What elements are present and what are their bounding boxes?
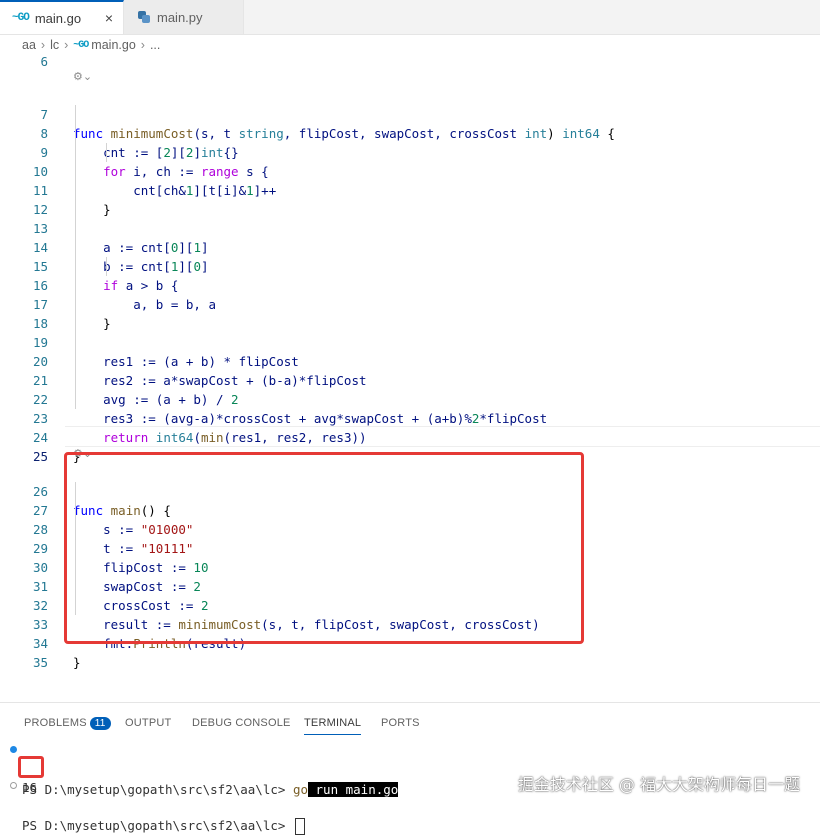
command-success-icon[interactable] [10, 746, 17, 753]
code-line: 15 if a > b { [0, 238, 820, 293]
code-line: 9 for i, ch := range s { [0, 124, 820, 179]
indent-guide [75, 105, 76, 409]
code-line: 11 } [0, 162, 820, 217]
tab-output[interactable]: OUTPUT [125, 717, 171, 729]
chevron-right-icon: › [40, 38, 46, 52]
breadcrumb-item-lc[interactable]: lc [50, 38, 59, 52]
line-number: 35 [32, 655, 48, 670]
code-line: 8 cnt := [2][2]int{} [0, 105, 820, 160]
code-line: 17 } [0, 276, 820, 331]
close-icon[interactable]: × [105, 10, 113, 26]
code-line: 14 b := cnt[1][0] [0, 219, 820, 274]
chevron-right-icon: › [64, 38, 69, 52]
code-line: 25 [0, 428, 820, 464]
code-text: } [73, 655, 81, 670]
code-line: 7 func minimumCost(s, t string, flipCost… [0, 86, 820, 141]
tab-ports[interactable]: PORTS [381, 717, 420, 729]
tab-label: main.py [157, 9, 203, 25]
line-number: 6 [40, 54, 48, 69]
tab-main-py[interactable]: main.py [124, 0, 244, 34]
code-line: 12 [0, 181, 820, 217]
tab-label: main.go [34, 10, 82, 26]
indent-guide [106, 143, 107, 162]
code-line: 21 avg := (a + b) / 2 [0, 352, 820, 407]
python-file-icon [138, 11, 150, 23]
terminal-text: PS D:\mysetup\gopath\src\sf2\aa\lc> [22, 816, 305, 836]
breadcrumb-item-aa[interactable]: aa [22, 38, 36, 52]
breadcrumb-item-symbol[interactable]: ... [150, 38, 160, 52]
terminal-line: PS D:\mysetup\gopath\src\sf2\aa\lc> go r… [0, 740, 820, 797]
go-file-icon: ~GO [12, 12, 30, 24]
code-line: 23 return int64(min(res1, res2, res3)) [0, 390, 820, 445]
editor-tab-bar: ~GO main.go × main.py [0, 0, 820, 35]
watermark: 掘金技术社区 @ 福大大架构师每日一题 [517, 775, 800, 794]
command-idle-icon [10, 782, 17, 789]
code-line: 22 res3 := (avg-a)*crossCost + avg*swapC… [0, 371, 820, 426]
code-line: 10 cnt[ch&1][t[i]&1]++ [0, 143, 820, 198]
tab-problems[interactable]: PROBLEMS 11 [24, 717, 111, 730]
code-line: 19 res1 := (a + b) * flipCost [0, 314, 820, 369]
tab-terminal[interactable]: TERMINAL [304, 717, 362, 735]
annotation-highlight-box [64, 452, 584, 644]
go-file-icon: ~GO [73, 39, 89, 51]
code-line: 13 a := cnt[0][1] [0, 200, 820, 255]
code-line: 6 [0, 52, 820, 71]
tab-main-go[interactable]: ~GO main.go × [0, 0, 124, 34]
code-line: 20 res2 := a*swapCost + (b-a)*flipCost [0, 333, 820, 388]
breadcrumb-item-main-go[interactable]: main.go [91, 38, 135, 52]
code-line: 18 [0, 295, 820, 331]
tab-debug-console[interactable]: DEBUG CONSOLE [192, 717, 291, 729]
code-line: 16 a, b = b, a [0, 257, 820, 312]
codelens-icon[interactable]: ⚙︎⌄ [73, 69, 92, 85]
indent-guide [106, 257, 107, 276]
chevron-right-icon: › [140, 38, 145, 52]
problems-count-badge: 11 [89, 717, 111, 730]
annotation-output-box [18, 756, 44, 778]
terminal-cursor [294, 818, 305, 835]
